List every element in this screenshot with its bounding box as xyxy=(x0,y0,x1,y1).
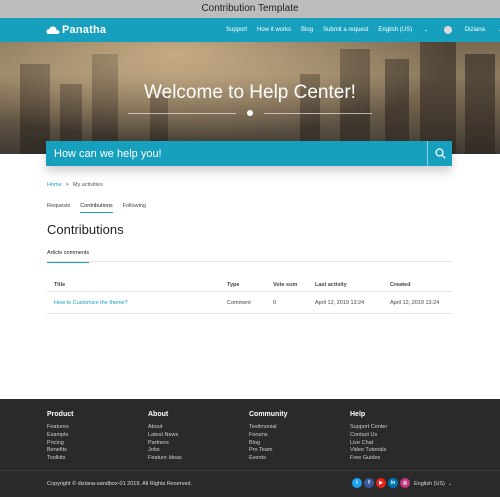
breadcrumb-separator: > xyxy=(65,182,69,188)
footer-link[interactable]: Events xyxy=(249,455,288,463)
footer-link[interactable]: Partners xyxy=(148,440,182,448)
breadcrumb-current: My activities xyxy=(72,182,103,188)
footer-link[interactable]: Free Guides xyxy=(350,455,387,463)
footer-link[interactable]: Pro Team xyxy=(249,447,288,455)
instagram-icon[interactable]: ◎ xyxy=(400,478,410,488)
footer-divider xyxy=(0,470,500,471)
footer-column-help: Help Support Center Contact Us Live Chat… xyxy=(350,411,387,463)
table-row: How to Customize the theme? Comment 0 Ap… xyxy=(47,292,452,314)
row-title-link[interactable]: How to Customize the theme? xyxy=(54,300,128,306)
brand-name: Panatha xyxy=(62,24,107,36)
footer-link[interactable]: Jobs xyxy=(148,447,182,455)
footer-column-title: About xyxy=(148,411,169,418)
column-header-created[interactable]: Created xyxy=(390,282,410,288)
top-navigation-bar: Panatha Support How it works Blog Submit… xyxy=(0,18,500,42)
row-created: April 12, 2019 13:24 xyxy=(390,300,440,306)
brand-logo[interactable]: Panatha xyxy=(46,22,106,38)
nav-link-blog[interactable]: Blog xyxy=(301,27,313,33)
language-selector[interactable]: English (US) ⌄ xyxy=(378,27,438,33)
chevron-down-icon: ⌄ xyxy=(423,27,428,33)
footer-link[interactable]: Benefits xyxy=(47,447,73,455)
avatar xyxy=(443,26,452,34)
search-button[interactable] xyxy=(427,141,452,166)
row-last-activity: April 12, 2019 13:24 xyxy=(315,300,365,306)
facebook-icon[interactable]: f xyxy=(364,478,374,488)
footer-language-selector[interactable]: English (US) ⌄ xyxy=(414,481,452,487)
cloud-logo-icon xyxy=(46,26,60,34)
user-name: Diziana xyxy=(464,27,485,33)
footer-link[interactable]: Pricing xyxy=(47,440,73,448)
hero-banner: Welcome to Help Center! xyxy=(0,42,500,154)
footer-link[interactable]: Feature Ideas xyxy=(148,455,182,463)
search-input[interactable] xyxy=(46,141,426,166)
footer-column-title: Community xyxy=(249,411,288,418)
footer-link[interactable]: Forums xyxy=(249,432,288,440)
footer-column-title: Product xyxy=(47,411,74,418)
tab-requests[interactable]: Requests xyxy=(47,203,70,213)
nav-link-how-it-works[interactable]: How it works xyxy=(257,27,291,33)
footer-link[interactable]: Live Chat xyxy=(350,440,387,448)
footer-link[interactable]: Blog xyxy=(249,440,288,448)
row-vote-sum: 0 xyxy=(273,300,277,306)
chevron-down-icon: ⌄ xyxy=(447,481,453,487)
activity-tabs: Requests Contributions Following xyxy=(47,203,156,213)
youtube-icon[interactable]: ▶ xyxy=(376,478,386,488)
footer-column-title: Help xyxy=(350,411,366,418)
site-footer: Product Features Example Pricing Benefit… xyxy=(0,399,500,497)
nav-links: Support How it works Blog Submit a reque… xyxy=(226,18,500,42)
table-header: Title Type Vote sum Last activity Create… xyxy=(47,278,452,292)
hero-title: Welcome to Help Center! xyxy=(144,82,356,103)
column-header-vote-sum[interactable]: Vote sum xyxy=(273,282,297,288)
footer-link[interactable]: Toolkits xyxy=(47,455,73,463)
copyright-text: Copyright © diziana-sandbox-01 2019. All… xyxy=(47,481,192,487)
column-header-type[interactable]: Type xyxy=(227,282,239,288)
nav-link-submit-request[interactable]: Submit a request xyxy=(323,27,368,33)
search-icon xyxy=(434,148,446,159)
column-header-title[interactable]: Title xyxy=(54,282,65,288)
footer-column-community: Community Testimonial Forums Blog Pro Te… xyxy=(249,411,288,463)
linkedin-icon[interactable]: in xyxy=(388,478,398,488)
contributions-table: Title Type Vote sum Last activity Create… xyxy=(47,278,452,314)
language-label: English (US) xyxy=(378,27,413,33)
footer-column-product: Product Features Example Pricing Benefit… xyxy=(47,411,73,463)
hero-divider xyxy=(128,110,372,118)
breadcrumb-home[interactable]: Home xyxy=(47,182,62,188)
filter-divider xyxy=(47,261,452,262)
social-links: t f ▶ in ◎ xyxy=(352,478,410,488)
template-caption: Contribution Template xyxy=(0,0,500,18)
breadcrumb: Home > My activities xyxy=(47,182,103,188)
nav-link-support[interactable]: Support xyxy=(226,27,247,33)
footer-link[interactable]: About xyxy=(148,424,182,432)
footer-link[interactable]: Example xyxy=(47,432,73,440)
footer-link[interactable]: Features xyxy=(47,424,73,432)
user-menu[interactable]: Diziana ⌄ xyxy=(443,26,500,34)
footer-link[interactable]: Video Tutorials xyxy=(350,447,387,455)
row-type: Comment xyxy=(227,300,251,306)
page-title: Contributions xyxy=(47,222,124,237)
twitter-icon[interactable]: t xyxy=(352,478,362,488)
footer-link[interactable]: Testimonial xyxy=(249,424,288,432)
column-header-last-activity[interactable]: Last activity xyxy=(315,282,347,288)
search-bar xyxy=(46,141,452,166)
footer-link[interactable]: Support Center xyxy=(350,424,387,432)
footer-language-label: English (US) xyxy=(414,481,445,487)
footer-column-about: About About Latest News Partners Jobs Fe… xyxy=(148,411,182,463)
footer-link[interactable]: Latest News xyxy=(148,432,182,440)
tab-contributions[interactable]: Contributions xyxy=(80,203,113,213)
tab-following[interactable]: Following xyxy=(123,203,146,213)
footer-link[interactable]: Contact Us xyxy=(350,432,387,440)
